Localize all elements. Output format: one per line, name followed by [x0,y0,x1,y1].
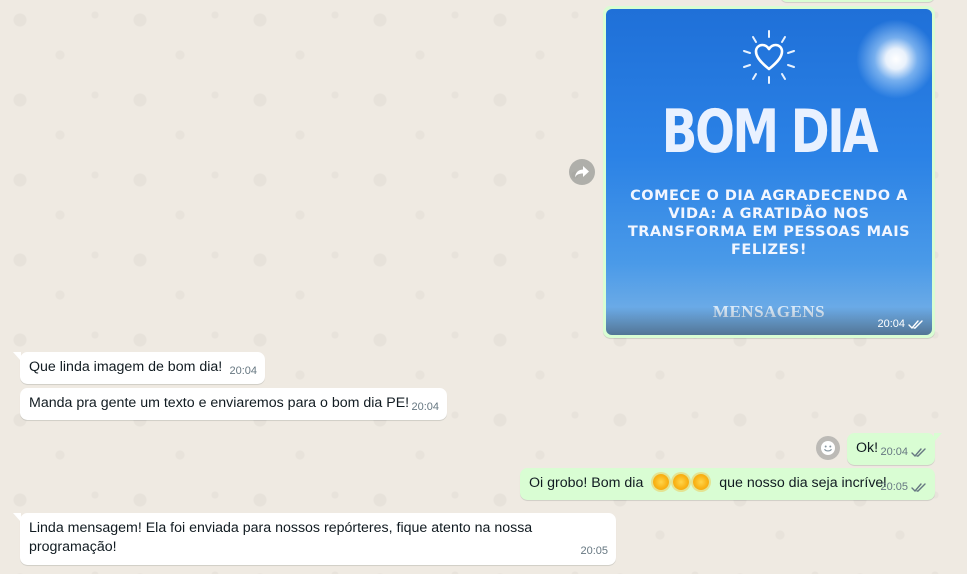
forward-button[interactable] [569,159,595,185]
outgoing-message[interactable]: Ok! 20:04 [847,433,942,465]
message-time: 20:04 [229,365,257,377]
heart-icon [739,27,799,87]
react-button[interactable] [816,436,840,460]
smiley-icon [821,441,835,455]
message-text: Ok! [856,440,879,456]
message-text-end: que nosso dia seja incrível [719,475,887,491]
bubble-tail [13,513,21,522]
message-meta: 20:04 [880,443,927,462]
read-ticks-icon [911,448,926,458]
message-meta: 20:05 [880,478,927,497]
message-time: 20:04 [877,318,905,330]
message-time: 20:05 [580,545,608,557]
message-text-start: Oi grobo! Bom dia [529,475,644,491]
message-time: 20:04 [411,401,439,413]
message-text: Que linda imagem de bom dia! [29,359,223,375]
incoming-message[interactable]: Que linda imagem de bom dia! 20:04 [13,352,265,384]
message-meta: 20:04 [229,362,257,381]
message-text: Oi grobo! Bom dia que nosso dia seja inc… [529,474,886,493]
bubble-tail [13,352,21,361]
sun-glare [856,19,932,99]
bubble-tail [934,433,942,442]
previous-message-edge [780,0,935,2]
message-meta: 20:04 [877,318,924,330]
image-subtitle: COMECE O DIA AGRADECENDO A VIDA: A GRATI… [627,188,911,258]
image-message[interactable]: BOM DIA COMECE O DIA AGRADECENDO A VIDA:… [603,6,935,338]
bom-dia-image[interactable]: BOM DIA COMECE O DIA AGRADECENDO A VIDA:… [606,9,932,335]
message-time: 20:04 [880,446,908,458]
incoming-message[interactable]: Linda mensagem! Ela foi enviada para nos… [13,513,616,565]
incoming-message[interactable]: Manda pra gente um texto e enviaremos pa… [20,388,447,420]
message-text: Manda pra gente um texto e enviaremos pa… [29,395,410,411]
message-meta: 20:04 [411,398,439,417]
read-ticks-icon [911,483,926,493]
message-text-line-1: Linda mensagem! Ela foi enviada para nos… [29,520,533,536]
forward-arrow-icon [575,166,589,178]
message-meta: 20:05 [580,542,608,561]
read-ticks-icon [908,319,923,329]
outgoing-message[interactable]: Oi grobo! Bom dia que nosso dia seja inc… [520,468,935,500]
image-headline: BOM DIA [661,97,879,167]
message-text-line-2: programação! [29,539,117,555]
sun-emoji [651,474,711,491]
message-time: 20:05 [880,481,908,493]
